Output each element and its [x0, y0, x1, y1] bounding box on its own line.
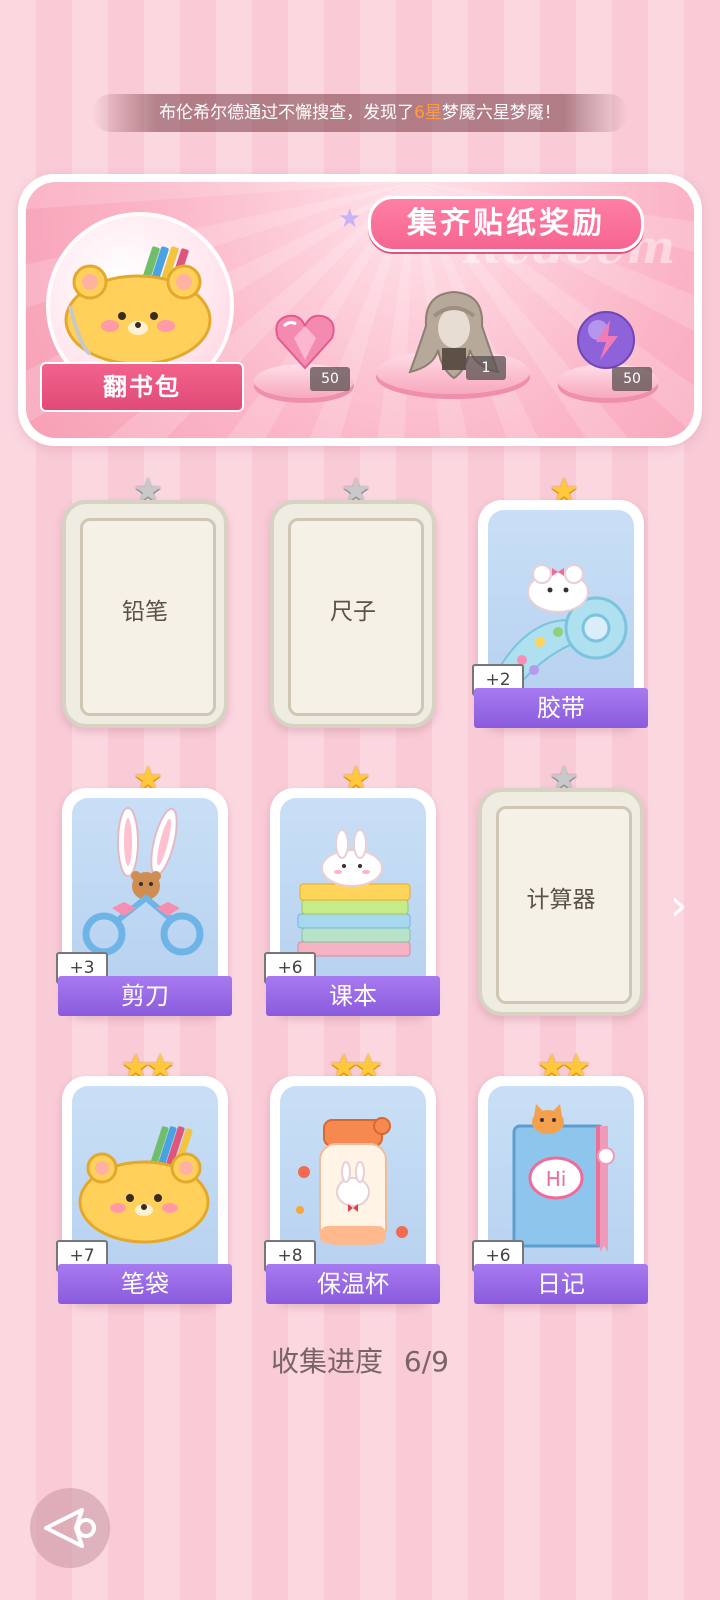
energy-orb-icon: [577, 311, 635, 369]
diary-icon: Hi: [512, 1104, 615, 1252]
sticker-card-pencil-case[interactable]: ★★ +7 笔袋: [56, 1050, 232, 1304]
sticker-card-textbook[interactable]: ★ +6 课本: [264, 762, 440, 1016]
sticker-card-ruler[interactable]: ★ 尺子: [270, 474, 436, 728]
sticker-card-pencil[interactable]: ★ 铅笔: [62, 474, 228, 728]
diary-hi-text: Hi: [546, 1167, 567, 1191]
back-arrow-icon: [44, 1508, 96, 1548]
purple-star-icon: ★: [338, 204, 362, 234]
card-name: 笔袋: [58, 1264, 232, 1304]
banner-title: 集齐贴纸奖励: [368, 196, 644, 252]
sticker-card-thermos[interactable]: ★★ +8 保温杯: [264, 1050, 440, 1304]
card-name: 铅笔: [122, 599, 168, 625]
sticker-card-calculator[interactable]: ★ 计算器: [478, 762, 644, 1016]
card-name: 剪刀: [58, 976, 232, 1016]
scissors-icon: [82, 807, 204, 956]
collection-progress: 收集进度 6/9: [0, 1340, 720, 1380]
ticker-suffix: 梦魇六星梦魇！: [441, 103, 561, 123]
card-name: 保温杯: [266, 1264, 440, 1304]
sticker-card-scissors[interactable]: ★ +3 剪刀: [56, 762, 232, 1016]
sticker-card-tape[interactable]: ★ +2 胶带: [472, 474, 648, 728]
textbook-icon: [297, 829, 411, 957]
heart-gem-icon: [275, 314, 335, 370]
back-button[interactable]: [30, 1488, 110, 1568]
notification-ticker: 布伦希尔德通过不懈搜查，发现了6星梦魇六星梦魇！: [92, 94, 628, 132]
progress-value: 6/9: [403, 1345, 449, 1378]
card-name: 课本: [266, 976, 440, 1016]
progress-label: 收集进度: [271, 1345, 384, 1378]
thermos-icon: [296, 1117, 408, 1245]
card-name: 日记: [474, 1264, 648, 1304]
card-name: 胶带: [474, 688, 648, 728]
ticker-highlight: 6星: [414, 103, 442, 123]
sticker-card-diary[interactable]: ★★ Hi +6 日记: [472, 1050, 648, 1304]
tape-icon: [496, 564, 628, 690]
next-page-arrow-icon[interactable]: ›: [670, 880, 688, 931]
reward-count: 1: [466, 356, 506, 380]
ticker-prefix: 布伦希尔德通过不懈搜查，发现了: [159, 103, 415, 123]
card-name: 计算器: [526, 887, 596, 913]
card-name: 尺子: [330, 599, 376, 625]
reward-count: 50: [612, 367, 652, 391]
reward-banner: Redeem ★ ★ 集齐贴纸奖励: [18, 174, 702, 446]
flip-bag-label: 翻书包: [40, 362, 244, 412]
reward-count: 50: [310, 367, 350, 391]
pencil-case-icon: [78, 1126, 210, 1244]
